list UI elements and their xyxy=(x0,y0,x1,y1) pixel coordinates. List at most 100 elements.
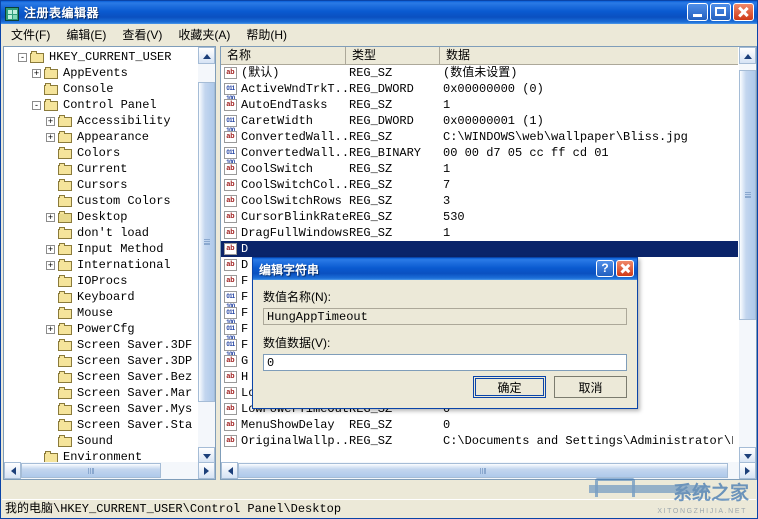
tree-node[interactable]: Screen Saver.3DP xyxy=(4,353,197,369)
tree-node[interactable]: Cursors xyxy=(4,177,197,193)
table-row[interactable]: ab(默认)REG_SZ(数值未设置) xyxy=(221,65,738,81)
tree-node[interactable]: IOProcs xyxy=(4,273,197,289)
table-row[interactable]: abMenuShowDelayREG_SZ0 xyxy=(221,417,738,433)
status-bar: 我的电脑\HKEY_CURRENT_USER\Control Panel\Des… xyxy=(2,499,756,517)
tree-node[interactable]: Keyboard xyxy=(4,289,197,305)
dialog-title: 编辑字符串 xyxy=(259,261,319,278)
tree-node[interactable]: Console xyxy=(4,81,197,97)
tree-node[interactable]: +PowerCfg xyxy=(4,321,197,337)
value-type-cell: REG_BINARY xyxy=(349,145,443,161)
tree-node[interactable]: Colors xyxy=(4,145,197,161)
column-header-type[interactable]: 类型 xyxy=(346,47,440,64)
tree-node[interactable]: Current xyxy=(4,161,197,177)
minimize-button[interactable] xyxy=(687,3,708,21)
tree-node[interactable]: Screen Saver.Mar xyxy=(4,385,197,401)
tree-node[interactable]: +Appearance xyxy=(4,129,197,145)
tree-scroll-thumb[interactable] xyxy=(198,82,215,402)
table-row[interactable]: abCoolSwitchREG_SZ1 xyxy=(221,161,738,177)
menu-item-1[interactable]: 编辑(E) xyxy=(58,24,114,45)
list-horizontal-scrollbar[interactable] xyxy=(221,462,756,479)
expand-icon[interactable]: + xyxy=(46,117,55,126)
list-hscroll-track[interactable] xyxy=(238,462,739,479)
value-name-cell: AutoEndTasks xyxy=(241,97,349,113)
expand-icon[interactable]: + xyxy=(46,133,55,142)
tree-scroll-track[interactable] xyxy=(198,64,215,447)
list-hscroll-thumb[interactable] xyxy=(238,463,728,478)
collapse-icon[interactable]: - xyxy=(32,101,41,110)
tree-hscroll-track[interactable] xyxy=(21,462,198,479)
tree-node[interactable]: Screen Saver.Bez xyxy=(4,369,197,385)
value-name-cell: CaretWidth xyxy=(241,113,349,129)
tree-node[interactable]: -Control Panel xyxy=(4,97,197,113)
value-name-input[interactable] xyxy=(263,308,627,325)
list-scroll-right-button[interactable] xyxy=(739,462,756,479)
table-row[interactable]: 011100ActiveWndTrkT...REG_DWORD0x0000000… xyxy=(221,81,738,97)
dialog-close-button[interactable] xyxy=(616,260,634,277)
value-data-cell: C:\WINDOWS\web\wallpaper\Bliss.jpg xyxy=(443,129,733,145)
tree-scroll-up-button[interactable] xyxy=(198,47,215,64)
tree-node-label: Cursors xyxy=(77,177,127,193)
expand-icon[interactable]: + xyxy=(46,325,55,334)
cancel-button[interactable]: 取消 xyxy=(554,376,627,398)
tree-vertical-scrollbar[interactable] xyxy=(198,47,215,464)
table-row[interactable]: 011100CaretWidthREG_DWORD0x00000001 (1) xyxy=(221,113,738,129)
list-scroll-left-button[interactable] xyxy=(221,462,238,479)
tree-node[interactable]: Screen Saver.3DF xyxy=(4,337,197,353)
table-row[interactable]: abD xyxy=(221,241,738,257)
tree-node[interactable]: Mouse xyxy=(4,305,197,321)
expand-icon[interactable]: + xyxy=(32,69,41,78)
tree-node[interactable]: +AppEvents xyxy=(4,65,197,81)
table-row[interactable]: abConvertedWall...REG_SZC:\WINDOWS\web\w… xyxy=(221,129,738,145)
table-row[interactable]: abCoolSwitchRowsREG_SZ3 xyxy=(221,193,738,209)
folder-icon xyxy=(58,243,74,256)
tree-scroll-left-button[interactable] xyxy=(4,462,21,479)
menu-item-4[interactable]: 帮助(H) xyxy=(238,24,295,45)
value-type-cell: REG_DWORD xyxy=(349,81,443,97)
tree-hscroll-thumb[interactable] xyxy=(21,463,161,478)
table-row[interactable]: abCursorBlinkRateREG_SZ530 xyxy=(221,209,738,225)
tree-scroll-right-button[interactable] xyxy=(198,462,215,479)
folder-icon xyxy=(58,307,74,320)
list-vertical-scrollbar[interactable] xyxy=(739,47,756,464)
maximize-button[interactable] xyxy=(710,3,731,21)
table-row[interactable]: 011100ConvertedWall...REG_BINARY00 00 d7… xyxy=(221,145,738,161)
table-row[interactable]: abCoolSwitchCol...REG_SZ7 xyxy=(221,177,738,193)
list-scroll-track[interactable] xyxy=(739,64,756,447)
value-data-cell: 0x00000000 (0) xyxy=(443,81,733,97)
tree-node[interactable]: Screen Saver.Sta xyxy=(4,417,197,433)
tree-node[interactable]: -HKEY_CURRENT_USER xyxy=(4,49,197,65)
expand-icon[interactable]: + xyxy=(46,213,55,222)
tree-node[interactable]: Custom Colors xyxy=(4,193,197,209)
table-row[interactable]: abAutoEndTasksREG_SZ1 xyxy=(221,97,738,113)
tree-node[interactable]: Screen Saver.Mys xyxy=(4,401,197,417)
list-scroll-thumb[interactable] xyxy=(739,70,756,320)
expand-icon[interactable]: + xyxy=(46,245,55,254)
tree-node-label: International xyxy=(77,257,171,273)
collapse-icon[interactable]: - xyxy=(18,53,27,62)
ok-button[interactable]: 确定 xyxy=(473,376,546,398)
list-scroll-up-button[interactable] xyxy=(739,47,756,64)
tree-spacer xyxy=(46,437,55,446)
tree-node[interactable]: Sound xyxy=(4,433,197,449)
menu-item-2[interactable]: 查看(V) xyxy=(114,24,170,45)
close-button[interactable] xyxy=(733,3,754,21)
tree-horizontal-scrollbar[interactable] xyxy=(4,462,215,479)
tree-node[interactable]: + International xyxy=(4,257,197,273)
tree-node[interactable]: don't load xyxy=(4,225,197,241)
column-header-name[interactable]: 名称 xyxy=(221,47,346,64)
tree-node[interactable]: +Input Method xyxy=(4,241,197,257)
table-row[interactable]: abDragFullWindowsREG_SZ1 xyxy=(221,225,738,241)
tree-node[interactable]: +Desktop xyxy=(4,209,197,225)
registry-tree-pane[interactable]: -HKEY_CURRENT_USER+AppEventsConsole-Cont… xyxy=(3,46,216,480)
value-data-input[interactable] xyxy=(263,354,627,371)
expand-icon[interactable]: + xyxy=(46,261,55,270)
column-header-data[interactable]: 数据 xyxy=(440,47,738,64)
menu-item-3[interactable]: 收藏夹(A) xyxy=(170,24,238,45)
menu-item-0[interactable]: 文件(F) xyxy=(3,24,58,45)
help-button[interactable]: ? xyxy=(596,260,614,277)
registry-tree[interactable]: -HKEY_CURRENT_USER+AppEventsConsole-Cont… xyxy=(4,49,197,480)
string-value-icon: ab xyxy=(224,67,237,79)
tree-node[interactable]: +Accessibility xyxy=(4,113,197,129)
table-row[interactable]: abOriginalWallp...REG_SZC:\Documents and… xyxy=(221,433,738,449)
value-name-cell: CursorBlinkRate xyxy=(241,209,349,225)
